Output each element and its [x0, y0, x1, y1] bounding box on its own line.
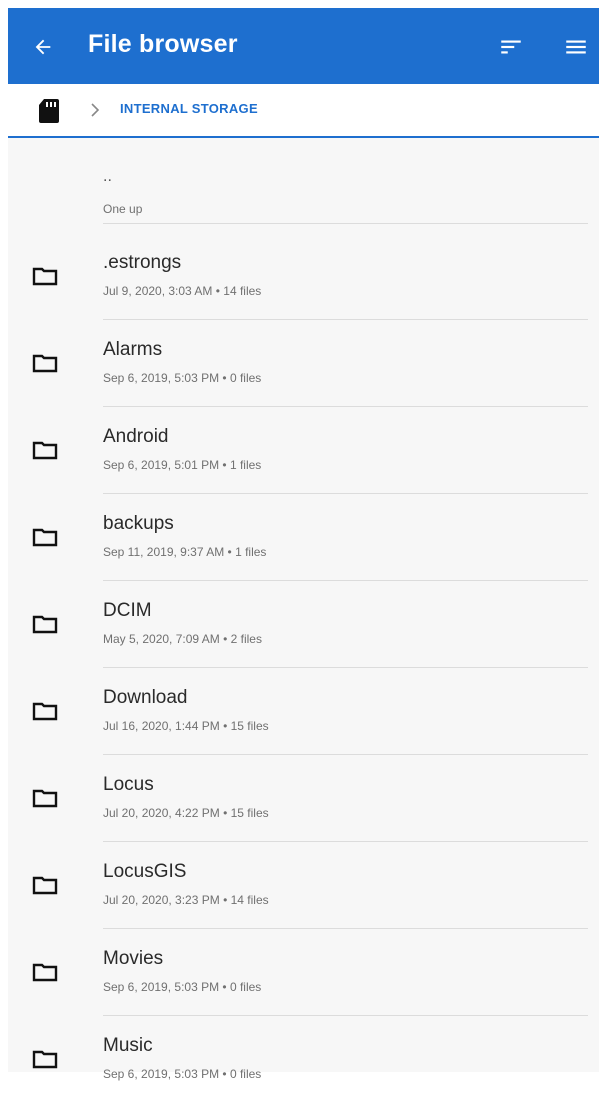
item-meta: Sep 6, 2019, 5:01 PM • 1 files: [103, 458, 262, 472]
chevron-right-icon: [88, 102, 102, 118]
app-bar: File browser: [8, 8, 599, 84]
item-meta: Jul 9, 2020, 3:03 AM • 14 files: [103, 284, 262, 298]
item-name: Music: [103, 1035, 153, 1056]
folder-icon: [32, 875, 58, 895]
item-meta: Jul 16, 2020, 1:44 PM • 15 files: [103, 719, 269, 733]
item-name: Android: [103, 426, 169, 447]
list-item[interactable]: Locus Jul 20, 2020, 4:22 PM • 15 files: [8, 756, 599, 842]
folder-icon: [32, 1049, 58, 1069]
divider: [103, 493, 588, 494]
arrow-left-icon[interactable]: [28, 32, 58, 62]
up-name: ..: [103, 168, 112, 185]
item-meta: Sep 6, 2019, 5:03 PM • 0 files: [103, 980, 262, 994]
divider: [103, 580, 588, 581]
item-name: LocusGIS: [103, 861, 187, 882]
divider: [103, 667, 588, 668]
divider: [103, 319, 588, 320]
item-name: Movies: [103, 948, 164, 969]
breadcrumb-internal-storage[interactable]: INTERNAL STORAGE: [120, 101, 258, 116]
list-item[interactable]: Alarms Sep 6, 2019, 5:03 PM • 0 files: [8, 321, 599, 407]
folder-icon: [32, 788, 58, 808]
sort-icon[interactable]: [498, 34, 524, 60]
breadcrumb: INTERNAL STORAGE: [8, 84, 599, 138]
up-meta: One up: [103, 202, 143, 216]
list-item[interactable]: Android Sep 6, 2019, 5:01 PM • 1 files: [8, 408, 599, 494]
item-name: Locus: [103, 774, 154, 795]
folder-icon: [32, 266, 58, 286]
item-name: Download: [103, 687, 188, 708]
item-meta: Sep 6, 2019, 5:03 PM • 0 files: [103, 1067, 262, 1081]
item-meta: Sep 11, 2019, 9:37 AM • 1 files: [103, 545, 267, 559]
folder-icon: [32, 440, 58, 460]
folder-icon: [32, 701, 58, 721]
divider: [103, 754, 588, 755]
item-meta: Jul 20, 2020, 3:23 PM • 14 files: [103, 893, 269, 907]
divider: [103, 841, 588, 842]
file-list: .. One up .estrongs Jul 9, 2020, 3:03 AM…: [8, 138, 599, 1081]
list-item[interactable]: LocusGIS Jul 20, 2020, 3:23 PM • 14 file…: [8, 843, 599, 929]
item-meta: Sep 6, 2019, 5:03 PM • 0 files: [103, 371, 262, 385]
hamburger-menu-icon[interactable]: [563, 34, 589, 60]
item-meta: Jul 20, 2020, 4:22 PM • 15 files: [103, 806, 269, 820]
divider: [103, 1015, 588, 1016]
item-name: Alarms: [103, 339, 163, 360]
folder-icon: [32, 962, 58, 982]
list-item[interactable]: Music Sep 6, 2019, 5:03 PM • 0 files: [8, 1017, 599, 1103]
list-item[interactable]: DCIM May 5, 2020, 7:09 AM • 2 files: [8, 582, 599, 668]
list-item[interactable]: Movies Sep 6, 2019, 5:03 PM • 0 files: [8, 930, 599, 1016]
list-item-up[interactable]: .. One up: [8, 138, 599, 224]
item-name: DCIM: [103, 600, 152, 621]
page-title: File browser: [88, 30, 238, 58]
divider: [103, 406, 588, 407]
divider: [103, 223, 588, 224]
item-meta: May 5, 2020, 7:09 AM • 2 files: [103, 632, 262, 646]
list-item[interactable]: .estrongs Jul 9, 2020, 3:03 AM • 14 file…: [8, 234, 599, 320]
folder-icon: [32, 527, 58, 547]
folder-icon: [32, 614, 58, 634]
sd-card-icon[interactable]: [38, 98, 60, 124]
item-name: .estrongs: [103, 252, 182, 273]
list-item[interactable]: backups Sep 11, 2019, 9:37 AM • 1 files: [8, 495, 599, 581]
item-name: backups: [103, 513, 174, 534]
folder-icon: [32, 353, 58, 373]
list-item[interactable]: Download Jul 16, 2020, 1:44 PM • 15 file…: [8, 669, 599, 755]
divider: [103, 928, 588, 929]
